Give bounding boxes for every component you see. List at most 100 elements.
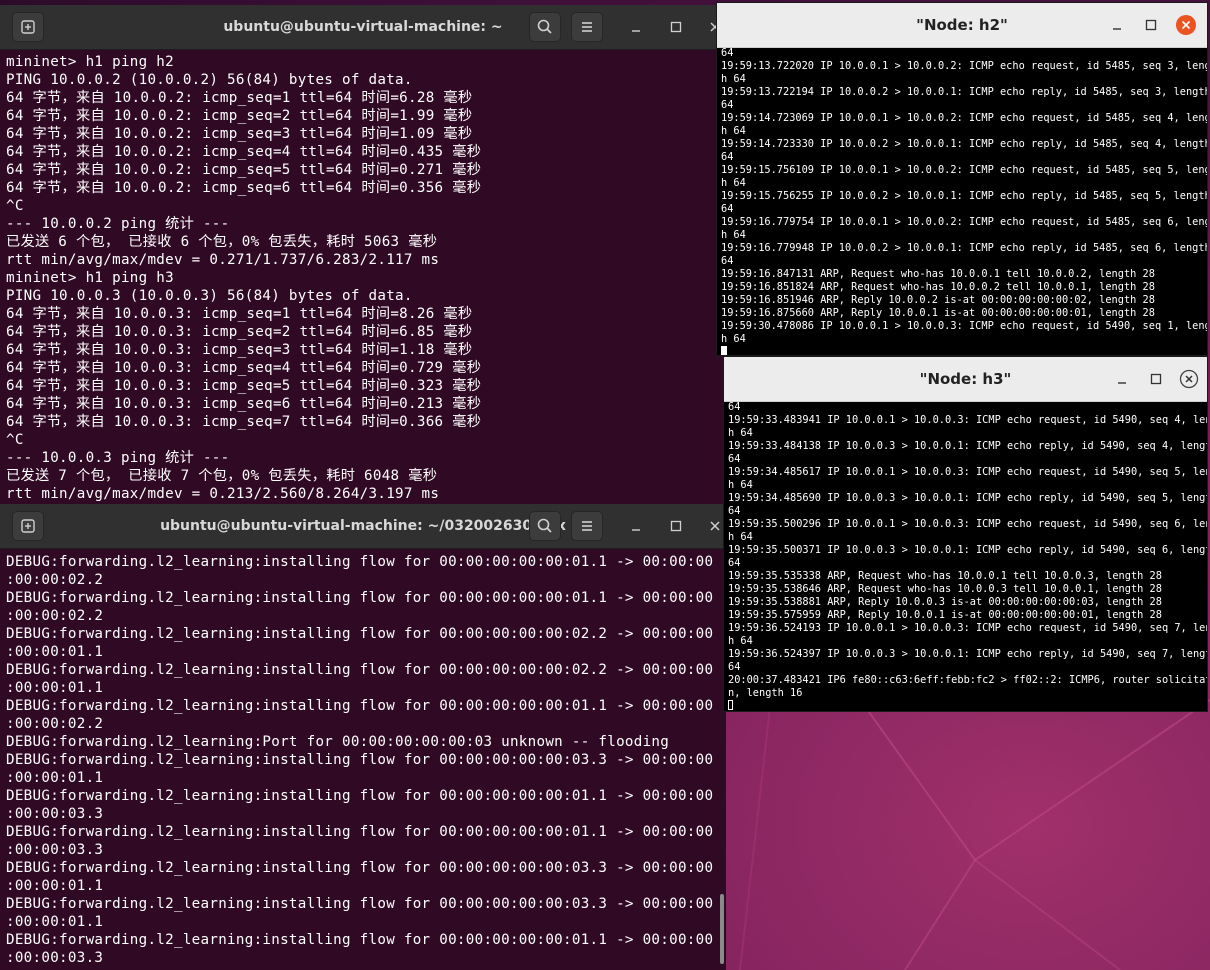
terminal-line: 19:59:13.722194 IP 10.0.0.2 > 10.0.0.1: …	[721, 86, 1207, 98]
terminal-output[interactable]: 64 19:59:13.722020 IP 10.0.0.1 > 10.0.0.2…	[717, 47, 1207, 355]
terminal-line: :00:00:03.3	[6, 806, 104, 822]
cursor-line	[721, 346, 1207, 355]
terminal-line: :00:00:03.3	[6, 842, 104, 858]
terminal-line: DEBUG:forwarding.l2_learning:installing …	[6, 554, 714, 570]
terminal-line: 19:59:16.847131 ARP, Request who-has 10.…	[721, 268, 1155, 280]
terminal-line: 64 字节，来自 10.0.0.2: icmp_seq=5 ttl=64 时间=…	[6, 162, 482, 178]
minimize-button[interactable]	[624, 15, 648, 39]
terminal-line: DEBUG:forwarding.l2_learning:installing …	[6, 626, 714, 642]
terminal-line: PING 10.0.0.2 (10.0.0.2) 56(84) bytes of…	[6, 72, 413, 88]
close-button[interactable]	[1177, 367, 1201, 391]
minimize-icon	[1113, 28, 1121, 30]
new-tab-button[interactable]	[12, 511, 44, 541]
node-h2-xterm-window[interactable]: "Node: h2" 64 19:59:13.722020 IP 10.0.0.1…	[716, 2, 1208, 356]
terminal-line: mininet> h1 ping h3	[6, 270, 174, 286]
terminal-line: DEBUG:forwarding.l2_learning:installing …	[6, 932, 714, 948]
node-h3-xterm-window[interactable]: "Node: h3" 64 19:59:33.483941 IP 10.0.0.1…	[723, 356, 1208, 712]
maximize-icon	[1150, 373, 1162, 385]
titlebar[interactable]: "Node: h3"	[724, 357, 1207, 402]
terminal-line: 64	[728, 453, 741, 465]
terminal-line: 64 字节，来自 10.0.0.3: icmp_seq=7 ttl=64 时间=…	[6, 414, 482, 430]
headerbar[interactable]: ubuntu@ubuntu-virtual-machine: ~/0320026…	[0, 504, 726, 549]
search-button[interactable]	[529, 511, 561, 541]
hamburger-menu-icon	[582, 22, 592, 32]
terminal-line: rtt min/avg/max/mdev = 0.271/1.737/6.283…	[6, 252, 440, 268]
terminal-line: 64	[721, 99, 734, 111]
terminal-line: 19:59:15.756255 IP 10.0.0.2 > 10.0.0.1: …	[721, 190, 1207, 202]
terminal-line: :00:00:02.2	[6, 572, 104, 588]
terminal-line: DEBUG:forwarding.l2_learning:installing …	[6, 698, 714, 714]
search-icon	[537, 518, 552, 533]
terminal-line: :00:00:01.1	[6, 878, 104, 894]
menu-button[interactable]	[571, 511, 603, 541]
scrollbar[interactable]	[720, 894, 724, 964]
terminal-line: h 64	[721, 229, 746, 241]
hamburger-menu-icon	[582, 521, 592, 531]
terminal-line: h 64	[721, 333, 746, 345]
search-icon	[537, 19, 552, 34]
minimize-icon	[1118, 382, 1126, 384]
terminal-line: 64 字节，来自 10.0.0.3: icmp_seq=4 ttl=64 时间=…	[6, 360, 482, 376]
new-tab-button[interactable]	[12, 12, 44, 42]
minimize-button[interactable]	[1110, 367, 1134, 391]
terminal-output[interactable]: DEBUG:forwarding.l2_learning:installing …	[0, 549, 726, 970]
terminal-line: h 64	[728, 531, 753, 543]
maximize-button[interactable]	[1144, 367, 1168, 391]
terminal-line: rtt min/avg/max/mdev = 0.213/2.560/8.264…	[6, 486, 440, 502]
terminal-line: --- 10.0.0.2 ping 统计 ---	[6, 216, 230, 232]
terminal-line: DEBUG:forwarding.l2_learning:installing …	[6, 896, 714, 912]
terminal-line: 64 字节，来自 10.0.0.3: icmp_seq=1 ttl=64 时间=…	[6, 306, 473, 322]
terminal-line: DEBUG:forwarding.l2_learning:installing …	[6, 860, 714, 876]
minimize-button[interactable]	[624, 514, 648, 538]
terminal-output[interactable]: 64 19:59:33.483941 IP 10.0.0.1 > 10.0.0.3…	[724, 401, 1207, 711]
terminal-line: 19:59:16.779754 IP 10.0.0.1 > 10.0.0.2: …	[721, 216, 1207, 228]
terminal-line: 64	[721, 255, 734, 267]
terminal-line: DEBUG:forwarding.l2_learning:installing …	[6, 662, 714, 678]
terminal-line: 64	[728, 401, 741, 413]
terminal-line: 19:59:35.538881 ARP, Reply 10.0.0.3 is-a…	[728, 596, 1162, 608]
maximize-button[interactable]	[664, 15, 688, 39]
terminal-line: 19:59:16.875660 ARP, Reply 10.0.0.1 is-a…	[721, 307, 1155, 319]
terminal-line: 64 字节，来自 10.0.0.3: icmp_seq=2 ttl=64 时间=…	[6, 324, 473, 340]
maximize-button[interactable]	[664, 514, 688, 538]
terminal-line: 19:59:35.500296 IP 10.0.0.1 > 10.0.0.3: …	[728, 518, 1207, 530]
search-button[interactable]	[529, 12, 561, 42]
terminal-line: 64 字节，来自 10.0.0.2: icmp_seq=1 ttl=64 时间=…	[6, 90, 473, 106]
terminal-line: 64 字节，来自 10.0.0.2: icmp_seq=2 ttl=64 时间=…	[6, 108, 473, 124]
terminal-output[interactable]: mininet> h1 ping h2 PING 10.0.0.2 (10.0.0…	[0, 50, 726, 505]
terminal-line: 19:59:35.535338 ARP, Request who-has 10.…	[728, 570, 1162, 582]
terminal-line: 19:59:14.723069 IP 10.0.0.1 > 10.0.0.2: …	[721, 112, 1207, 124]
terminal-line: :00:00:02.2	[6, 608, 104, 624]
close-icon	[1179, 369, 1199, 389]
new-tab-icon	[21, 20, 35, 34]
terminal-line: 已发送 6 个包， 已接收 6 个包，0% 包丢失，耗时 5063 毫秒	[6, 234, 438, 250]
terminal-line: 19:59:16.779948 IP 10.0.0.2 > 10.0.0.1: …	[721, 242, 1207, 254]
pox-terminal-window[interactable]: ubuntu@ubuntu-virtual-machine: ~/0320026…	[0, 504, 726, 970]
cursor-line	[728, 700, 1207, 711]
terminal-line: DEBUG:forwarding.l2_learning:installing …	[6, 590, 714, 606]
minimize-icon	[632, 529, 640, 531]
minimize-button[interactable]	[1105, 13, 1129, 37]
terminal-line: :00:00:01.1	[6, 914, 104, 930]
close-button[interactable]	[1174, 13, 1198, 37]
terminal-line: :00:00:01.1	[6, 644, 104, 660]
terminal-line: :00:00:01.1	[6, 680, 104, 696]
maximize-icon	[670, 21, 682, 33]
terminal-line: :00:00:02.2	[6, 716, 104, 732]
terminal-line: 19:59:36.524397 IP 10.0.0.3 > 10.0.0.1: …	[728, 648, 1207, 660]
terminal-line: 已发送 7 个包， 已接收 7 个包，0% 包丢失，耗时 6048 毫秒	[6, 468, 438, 484]
maximize-button[interactable]	[1139, 13, 1163, 37]
terminal-line: 19:59:16.851946 ARP, Reply 10.0.0.2 is-a…	[721, 294, 1155, 306]
terminal-line: 64	[721, 151, 734, 163]
terminal-line: 64	[728, 661, 741, 673]
menu-button[interactable]	[571, 12, 603, 42]
terminal-line: 64	[728, 557, 741, 569]
terminal-line: 19:59:34.485690 IP 10.0.0.3 > 10.0.0.1: …	[728, 492, 1207, 504]
terminal-line: 64	[721, 203, 734, 215]
terminal-line: 19:59:36.524193 IP 10.0.0.1 > 10.0.0.3: …	[728, 622, 1207, 634]
terminal-line: 20:00:37.483421 IP6 fe80::c63:6eff:febb:…	[728, 674, 1207, 686]
mininet-terminal-window[interactable]: ubuntu@ubuntu-virtual-machine: ~ mininet…	[0, 5, 726, 505]
titlebar[interactable]: "Node: h2"	[717, 3, 1207, 48]
terminal-line: h 64	[721, 177, 746, 189]
headerbar[interactable]: ubuntu@ubuntu-virtual-machine: ~	[0, 5, 726, 50]
